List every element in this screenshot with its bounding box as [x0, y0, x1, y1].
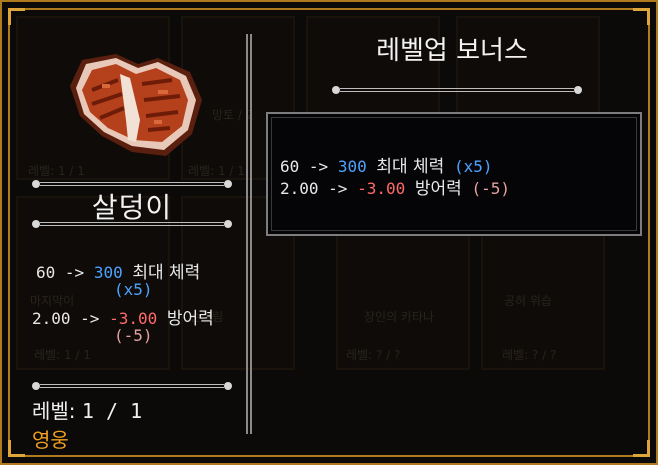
level-label: 레벨: — [32, 399, 76, 423]
level-value: 1 / 1 — [81, 399, 143, 423]
item-level: 레벨: 1 / 1 — [32, 395, 142, 424]
stat-delta: (x5) — [114, 280, 153, 299]
stat-from: 2.00 — [32, 309, 71, 328]
item-rarity: 영웅 — [32, 428, 69, 452]
bonus-title-ornament — [332, 86, 582, 94]
background-card-label: 레벨: ? / ? — [346, 348, 401, 362]
bonus-lines: 60 -> 300 최대 체력 (x5) 2.00 -> -3.00 방어력 (… — [280, 152, 510, 199]
stat-arrow: -> — [64, 263, 85, 282]
panel-divider — [246, 34, 252, 434]
bonus-line-armor: 2.00 -> -3.00 방어력 (-5) — [280, 174, 510, 199]
background-card-label: 공허 위습 — [504, 294, 552, 308]
bonus-box: 60 -> 300 최대 체력 (x5) 2.00 -> -3.00 방어력 (… — [266, 112, 642, 236]
background-card-label: 레벨: 1 / 1 — [188, 164, 245, 178]
background-card-label: 장인의 카타나 — [364, 310, 435, 324]
bonus-from: 2.00 — [280, 179, 319, 198]
stat-delta: (-5) — [114, 326, 153, 345]
level-ornament — [32, 382, 232, 390]
name-bottom-ornament — [32, 220, 232, 228]
background-card-label: 레벨: 1 / 1 — [28, 164, 85, 178]
bonus-line-max-hp: 60 -> 300 최대 체력 (x5) — [280, 152, 510, 177]
bonus-delta: (-5) — [471, 179, 510, 198]
item-tooltip-panel: 레벨: 1 / 1 망토 / 2 레벨: 1 / 1 마지막이 손그림 장인의 … — [0, 0, 658, 465]
stat-arrow: -> — [80, 309, 100, 328]
stat-label: 방어력 — [166, 309, 214, 329]
bonus-to: -3.00 — [357, 179, 406, 198]
bonus-label: 방어력 — [414, 179, 462, 199]
background-card-label: 레벨: ? / ? — [502, 348, 557, 362]
bonus-title: 레벨업 보너스 — [376, 36, 528, 66]
meat-steak-icon — [70, 54, 202, 156]
bonus-arrow: -> — [328, 179, 348, 198]
background-card-label: 레벨: 1 / 1 — [34, 348, 91, 362]
stat-from: 60 — [36, 263, 56, 282]
